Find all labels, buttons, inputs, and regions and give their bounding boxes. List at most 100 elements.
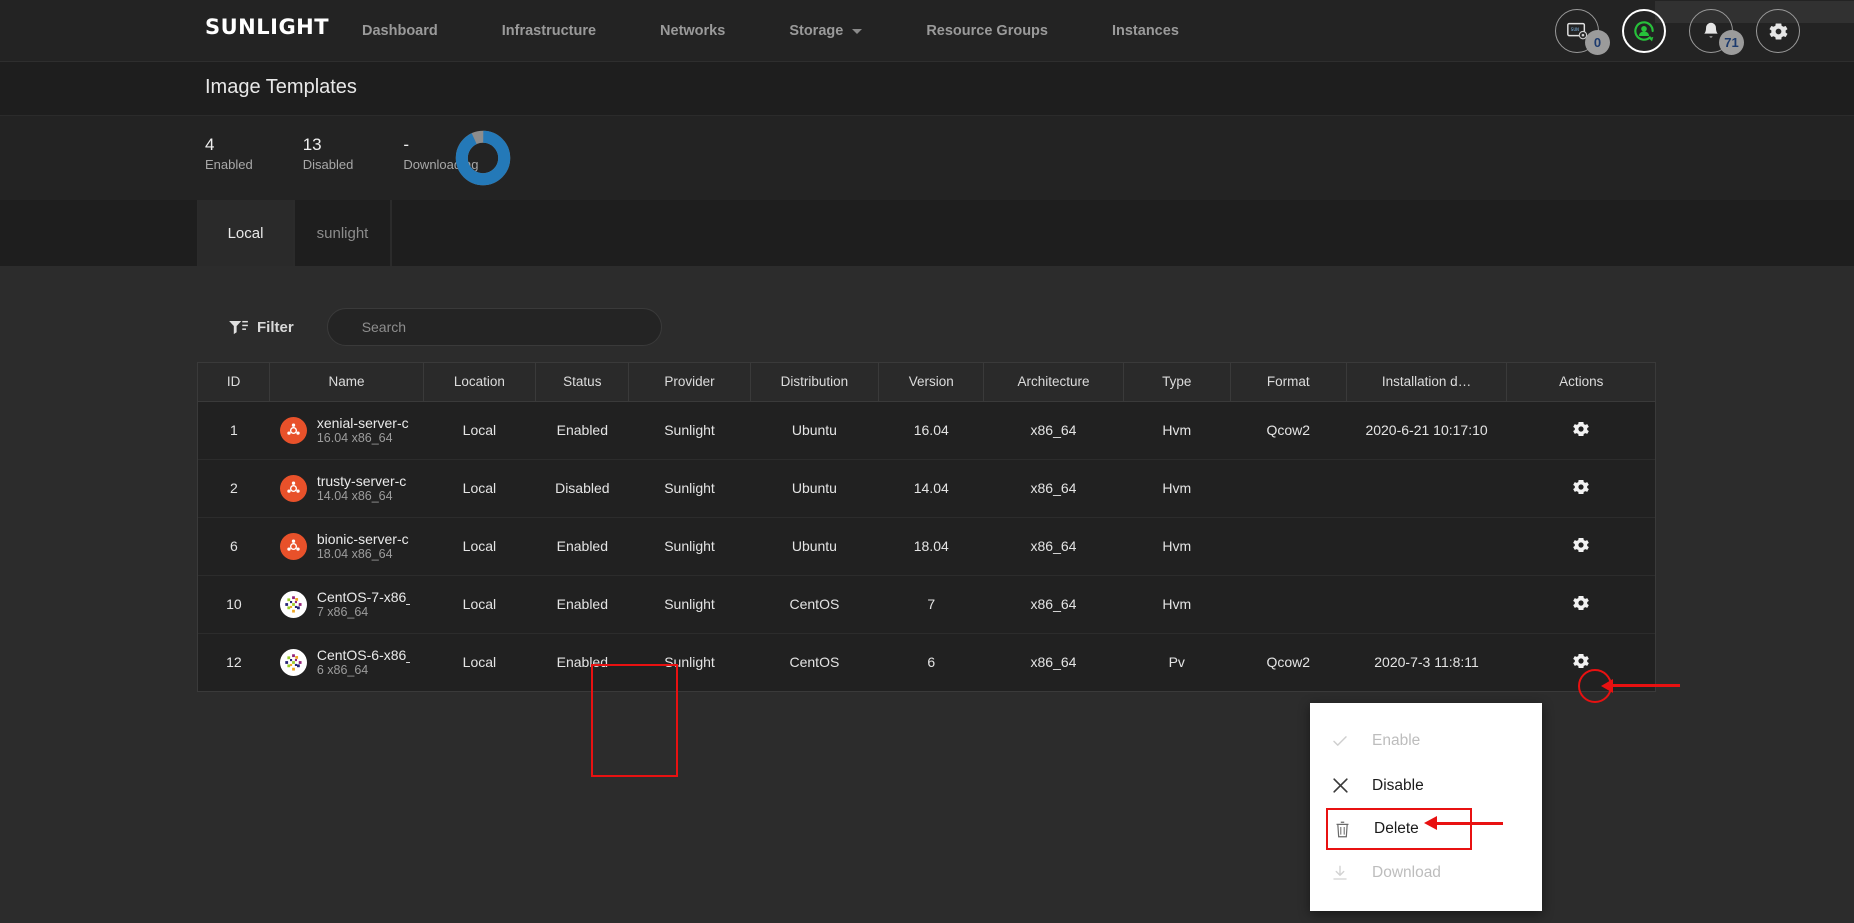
cell-version: 6 [927,654,936,671]
column-header-location[interactable]: Location [423,363,537,402]
column-header-name[interactable]: Name [269,363,424,402]
stats-bar: 4 Enabled 13 Disabled - Downloading [0,116,1854,200]
stat-label: Disabled [302,157,354,172]
cell-format [1230,575,1347,634]
cell-provider: Sunlight [628,575,751,634]
column-header-version[interactable]: Version [878,363,985,402]
cell-location: Local [423,517,536,576]
donut-chart-svg [455,130,511,186]
cell-format [1230,459,1347,518]
table-row[interactable]: 6 bionic-server-c 18.04 x86_64 Local Enabled… [198,517,1655,576]
column-header-installation-d[interactable]: Installation d… [1346,363,1508,402]
cell-actions[interactable] [1507,633,1655,691]
svg-text:SUN: SUN [1571,27,1580,33]
row-actions-gear-icon[interactable] [1571,651,1591,671]
table-header-row: ID Name Location Status Provider Distribution… [198,363,1655,402]
template-name: trusty-server-c [316,473,407,489]
console-icon-button[interactable]: SUN 0 [1555,9,1610,55]
column-header-type[interactable]: Type [1123,363,1231,402]
tab-sunlight[interactable]: sunlight [294,200,391,266]
row-actions-gear-icon[interactable] [1571,419,1591,439]
filter-icon [229,320,248,334]
column-header-status[interactable]: Status [535,363,630,402]
cell-provider: Sunlight [628,517,751,576]
nav-link-dashboard[interactable]: Dashboard [362,23,438,39]
column-header-actions[interactable]: Actions [1506,363,1655,402]
cell-name: trusty-server-c 14.04 x86_64 [269,459,424,518]
chevron-down-icon [852,28,863,34]
table-row[interactable]: 12 CentOS-6-x86_ 6 x86_64 Local Enabled Sunli… [198,633,1655,691]
download-icon [1330,863,1350,883]
cell-name: bionic-server-c 18.04 x86_64 [269,517,424,576]
tab-local[interactable]: Local [197,200,294,266]
status-donut-chart [455,130,511,191]
stat-value: 4 [205,135,215,154]
cell-installation-date [1346,575,1507,634]
template-name: bionic-server-c [316,531,409,547]
cell-provider: Sunlight [628,459,751,518]
template-subtitle: 14.04 x86_64 [316,489,393,503]
nav-link-storage[interactable]: Storage [789,23,863,39]
ubuntu-icon [279,416,307,444]
ubuntu-icon [279,532,307,560]
settings-icon-button[interactable] [1756,9,1800,53]
stat-enabled: 4 Enabled [205,134,253,174]
cell-installation-date [1346,459,1507,518]
search-input[interactable] [326,308,662,346]
context-menu-item-label: Delete [1374,820,1419,837]
column-header-distribution[interactable]: Distribution [750,363,880,402]
context-menu-item-enable: Enable [1310,718,1542,763]
template-name: CentOS-6-x86_ [316,647,410,664]
cell-id: 2 [198,459,270,518]
context-menu-item-disable[interactable]: Disable [1310,763,1542,808]
cell-type: Hvm [1123,517,1231,576]
nav-link-label: Instances [1111,23,1179,39]
nav-link-resource-groups[interactable]: Resource Groups [926,23,1048,39]
filter-button[interactable]: Filter [229,319,294,336]
cell-actions[interactable] [1506,575,1655,634]
cell-distribution: Ubuntu [750,459,879,518]
column-header-id[interactable]: ID [198,363,271,402]
template-subtitle: 6 x86_64 [316,663,369,678]
primary-nav-links: Dashboard Infrastructure Networks Storage Re… [362,0,1243,62]
sync-user-icon [1634,21,1654,42]
cell-distribution: CentOS [789,654,840,671]
notifications-icon-button[interactable]: 71 [1689,9,1744,55]
table-body: 1 xenial-server-c 16.04 x86_64 Local Enabled… [198,401,1655,691]
row-actions-gear-icon[interactable] [1571,593,1591,613]
nav-link-infrastructure[interactable]: Infrastructure [502,23,596,39]
cell-actions[interactable] [1506,459,1655,518]
row-actions-gear-icon[interactable] [1571,535,1591,555]
cell-installation-date: 2020-7-3 11:8:11 [1374,654,1479,671]
column-header-provider[interactable]: Provider [628,363,751,402]
cell-installation-date: 2020-6-21 10:17:10 [1346,401,1507,460]
template-name: CentOS-7-x86_ [316,589,410,605]
context-menu-item-delete[interactable]: Delete [1326,808,1472,850]
cell-type: Pv [1168,654,1185,671]
cell-distribution: Ubuntu [750,517,879,576]
console-badge: 0 [1585,30,1610,55]
template-name: xenial-server-c [316,415,409,431]
table-row[interactable]: 2 trusty-server-c 14.04 x86_64 Local Disable… [198,459,1655,518]
table-row[interactable]: 1 xenial-server-c 16.04 x86_64 Local Enabled… [198,401,1655,460]
cell-status: Enabled [535,575,629,634]
sync-user-icon-button[interactable] [1622,9,1666,53]
cell-actions[interactable] [1506,517,1655,576]
nav-link-networks[interactable]: Networks [660,23,725,39]
nav-link-label: Storage [789,23,844,39]
cell-name: CentOS-6-x86_ 6 x86_64 [270,633,423,691]
top-navigation-bar: SUNLIGHT Dashboard Infrastructure Networks… [0,0,1854,62]
cell-type: Hvm [1123,459,1231,518]
cell-actions[interactable] [1506,401,1655,460]
nav-link-instances[interactable]: Instances [1112,23,1179,39]
tab-bar: Local sunlight [0,200,1854,266]
cell-type: Hvm [1123,401,1231,460]
cell-architecture: x86_64 [983,459,1124,518]
nav-link-label: Infrastructure [501,23,597,39]
cell-status: Enabled [535,517,629,576]
table-row[interactable]: 10 CentOS-7-x86_ 7 x86_64 Local Enabled Sunli… [198,575,1655,634]
brand-logo[interactable]: SUNLIGHT [205,15,329,39]
row-actions-gear-icon[interactable] [1571,477,1591,497]
column-header-architecture[interactable]: Architecture [983,363,1124,402]
column-header-format[interactable]: Format [1230,363,1347,402]
